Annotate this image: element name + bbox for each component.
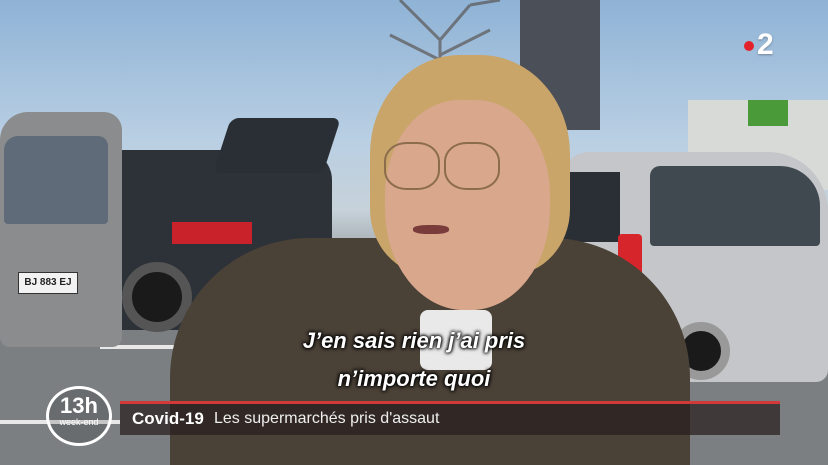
interviewee-face — [385, 100, 550, 310]
banner-headline: Les supermarchés pris d'assaut — [214, 410, 440, 427]
red-dot-icon — [744, 41, 754, 52]
show-logo: 13h week-end — [46, 386, 112, 446]
subtitle-line-1: J’en sais rien j’ai pris — [302, 328, 526, 353]
mouth — [413, 225, 449, 234]
france2-logo: 2 — [744, 28, 775, 62]
show-logo-subtitle: week-end — [59, 417, 99, 427]
glasses — [380, 142, 500, 190]
show-logo-title: 13h — [60, 393, 98, 418]
banner-topic: Covid-19 — [132, 409, 204, 428]
news-banner: Covid-19 Les supermarchés pris d'assaut — [120, 401, 780, 435]
subtitle-line-2: n’importe quoi — [337, 366, 491, 391]
license-plate: BJ 883 EJ — [18, 272, 78, 294]
grey-car: BJ 883 EJ — [0, 112, 122, 347]
video-frame: BJ 883 EJ — [0, 0, 828, 465]
